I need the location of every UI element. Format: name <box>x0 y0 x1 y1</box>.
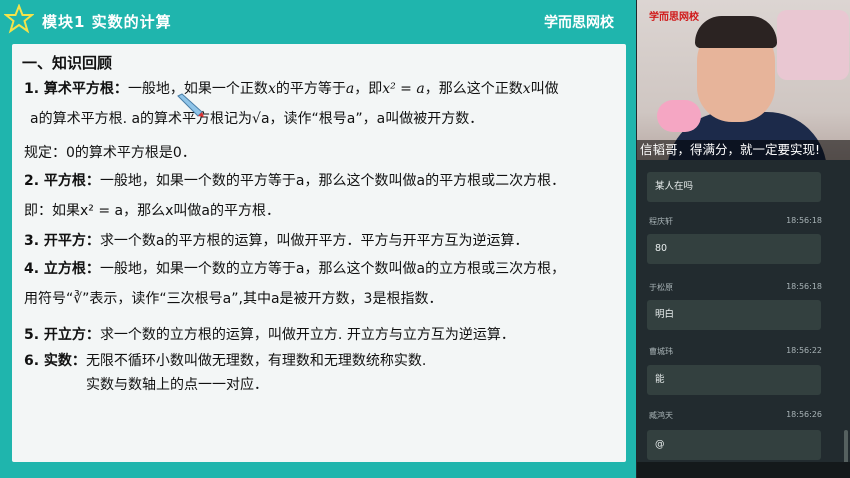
chat-timestamp: 18:56:26 <box>786 410 822 419</box>
chat-username: 臧鸿天 <box>649 411 673 420</box>
chat-bubble: 能 <box>647 365 821 395</box>
chat-timestamp: 18:56:18 <box>786 282 822 291</box>
teacher-hair <box>695 16 777 48</box>
line-2b: 即：如果x² = a，那么x叫做a的平方根． <box>24 203 280 219</box>
chat-bubble: 80 <box>647 234 821 264</box>
line-5: 5. 开立方：求一个数的立方根的运算，叫做开立方. 开立方与立方互为逆运算． <box>24 327 515 343</box>
pig-toy-icon <box>657 100 701 132</box>
bottom-strip <box>637 462 850 478</box>
knowledge-content: 一、知识回顾 1. 算术平方根：一般地，如果一个正数x的平方等于a，即x² = … <box>12 44 626 462</box>
chat-username: 程庆轩 <box>649 217 673 226</box>
line-1b: a的算术平方根. a的算术平方根记为√a，读作“根号a”，a叫做被开方数． <box>30 111 484 127</box>
line-2a: 2. 平方根：一般地，如果一个数的平方等于a，那么这个数叫做a的平方根或二次方根… <box>24 173 566 189</box>
section-title: 一、知识回顾 <box>22 54 113 72</box>
line-6b: 实数与数轴上的点一一对应． <box>86 377 268 393</box>
teacher-video: 学而思网校 信韬哥，得满分，就一定要实现! <box>637 0 850 160</box>
line-6a: 6. 实数：无限不循环小数叫做无理数，有理数和无理数统称实数. <box>24 353 427 369</box>
chat-bubble: 某人在吗 <box>647 172 821 202</box>
chat-username: 于松原 <box>649 283 673 292</box>
line-4b: 用符号“∛”表示，读作“三次根号a”,其中a是被开方数，3是根指数． <box>24 291 443 307</box>
chat-timestamp: 18:56:18 <box>786 216 822 225</box>
video-banner: 信韬哥，得满分，就一定要实现! <box>637 140 850 160</box>
video-logo: 学而思网校 <box>649 12 699 23</box>
chat-username: 曹城玮 <box>649 347 673 356</box>
line-4a: 4. 立方根：一般地，如果一个数的立方等于a，那么这个数叫做a的立方根或三次方根… <box>24 261 566 277</box>
chat-panel[interactable]: 某人在吗 程庆轩 18:56:18 80 于松原 18:56:18 明白 曹城玮… <box>637 160 850 478</box>
slide-header: 模块1 实数的计算 学而思网校 <box>0 0 636 44</box>
chat-timestamp: 18:56:22 <box>786 346 822 355</box>
brand-logo: 学而思网校 <box>544 15 614 31</box>
line-1a: 1. 算术平方根：一般地，如果一个正数x的平方等于a，即x² = a，那么这个正… <box>24 81 559 97</box>
wall-poster <box>777 10 849 80</box>
slide-panel: 模块1 实数的计算 学而思网校 一、知识回顾 1. 算术平方根：一般地，如果一个… <box>0 0 636 478</box>
star-icon <box>4 4 34 34</box>
module-title: 模块1 实数的计算 <box>42 13 172 31</box>
line-1c: 规定：0的算术平方根是0． <box>24 145 196 161</box>
chat-bubble: 明白 <box>647 300 821 330</box>
pen-cursor-icon <box>177 93 204 117</box>
line-3: 3. 开平方：求一个数a的平方根的运算，叫做开平方．平方与开平方互为逆运算． <box>24 233 529 249</box>
chat-bubble: @ <box>647 430 821 460</box>
